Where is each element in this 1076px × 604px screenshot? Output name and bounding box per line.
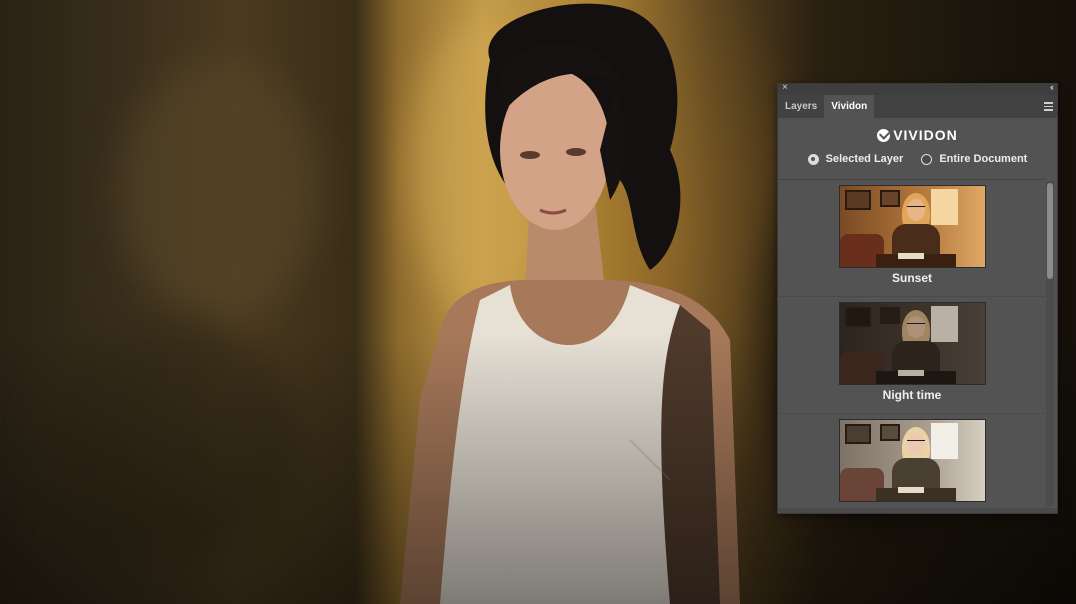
radio-entire-document[interactable]: Entire Document [921,153,1027,165]
radio-unchecked-icon [921,153,933,165]
neck [525,200,605,290]
preset-label: Sunset [891,271,932,285]
panel-tab-bar: Layers Vividon [778,95,1057,118]
preset-label: Night time [882,388,942,402]
preset-scrollbar[interactable] [1046,181,1054,506]
preset-thumbnail [838,185,986,268]
panel-menu-icon[interactable] [1044,102,1053,111]
white-tank-top [440,285,680,604]
preset-sunset[interactable]: Sunset [779,180,1045,297]
collapse-icon[interactable]: ‹‹ [1050,82,1054,92]
tab-vividon[interactable]: Vividon [824,95,875,118]
tab-layers[interactable]: Layers [778,95,824,118]
radio-checked-icon [807,153,819,165]
vividon-panel: × ‹‹ Layers Vividon VIVIDON Selected Lay… [777,82,1058,514]
hair [485,3,681,271]
wall-highlight [410,20,560,320]
scrollbar-thumb[interactable] [1047,183,1053,279]
panel-bottom-edge [778,508,1057,513]
preset-night-time[interactable]: Night time [779,297,1045,414]
panel-title-bar: × ‹‹ [778,82,1057,95]
preset-thumbnail [838,302,986,385]
woman-figure [400,3,740,604]
radio-selected-layer[interactable]: Selected Layer [807,153,904,165]
radio-label: Entire Document [939,153,1028,165]
preset-thumbnail [838,419,986,502]
vividon-logo: VIVIDON [877,127,958,143]
brand-name: VIVIDON [893,127,958,143]
wall-shadow [40,320,300,560]
vividon-logo-icon [877,128,891,142]
face [500,70,610,230]
brand-header: VIVIDON [778,122,1057,148]
shoulders [400,280,740,604]
preset-neutral[interactable] [779,414,1045,510]
close-icon[interactable]: × [782,82,788,93]
radio-label: Selected Layer [825,153,904,165]
scope-selector: Selected Layer Entire Document [778,148,1057,170]
wall-shadow [120,60,320,320]
preset-list: Sunset Night time [779,179,1045,510]
